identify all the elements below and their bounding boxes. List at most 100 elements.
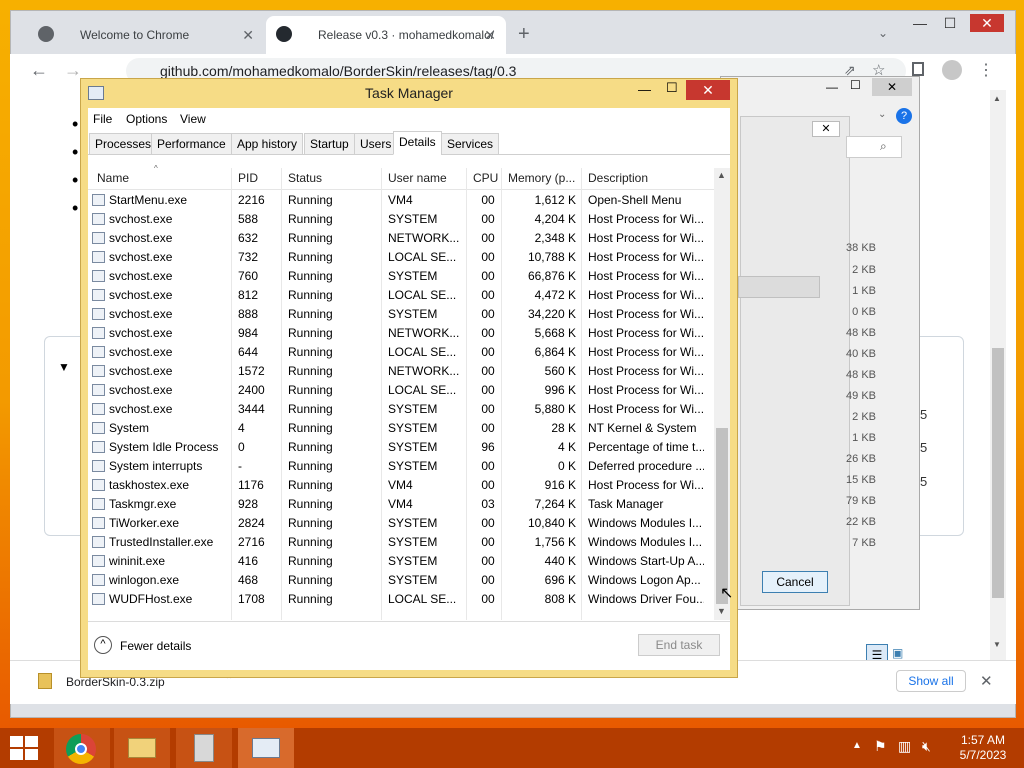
column-header-cpu[interactable]: CPU [473, 171, 498, 185]
table-row[interactable]: svchost.exe 760 Running SYSTEM 00 66,876 K Hos… [90, 267, 714, 286]
maximize-icon[interactable]: ☐ [935, 14, 965, 32]
table-row[interactable]: svchost.exe 1572 Running NETWORK... 00 560 K H… [90, 362, 714, 381]
table-scrollbar-thumb[interactable] [716, 428, 728, 604]
show-hidden-icons-icon[interactable]: ▲ [852, 740, 862, 751]
menu-file[interactable]: File [93, 112, 112, 126]
scroll-down-icon[interactable]: ▼ [717, 606, 726, 616]
table-row[interactable]: wininit.exe 416 Running SYSTEM 00 440 K Window… [90, 552, 714, 571]
menu-view[interactable]: View [180, 112, 206, 126]
tab-services[interactable]: Services [441, 133, 500, 155]
bullet: • [72, 114, 79, 134]
tab-performance[interactable]: Performance [151, 133, 232, 155]
table-row[interactable]: svchost.exe 588 Running SYSTEM 00 4,204 K Host… [90, 210, 714, 229]
menu-options[interactable]: Options [126, 112, 167, 126]
column-header-memory[interactable]: Memory (p... [508, 171, 575, 185]
chevron-down-icon[interactable]: ⌄ [878, 26, 888, 40]
cell-mem: 916 K [544, 478, 576, 492]
maximize-icon[interactable]: ☐ [850, 78, 861, 92]
close-tab-icon[interactable]: ✕ [242, 16, 254, 54]
sidebar-icon[interactable] [912, 62, 924, 76]
scroll-down-icon[interactable]: ▼ [993, 640, 1001, 649]
tab-welcome[interactable]: Welcome to Chrome ✕ [28, 16, 264, 54]
column-header-user[interactable]: User name [388, 171, 447, 185]
minimize-icon[interactable]: — [905, 14, 935, 32]
tab-app-history[interactable]: App history [231, 133, 304, 155]
table-row[interactable]: TiWorker.exe 2824 Running SYSTEM 00 10,840 K W… [90, 514, 714, 533]
minimize-icon[interactable]: — [638, 82, 651, 97]
new-tab-icon[interactable]: + [518, 24, 530, 44]
scroll-up-icon[interactable]: ▲ [717, 170, 726, 180]
chevron-down-icon[interactable]: ⌄ [878, 109, 886, 120]
file-size: 22 KB [846, 516, 876, 528]
clock[interactable]: 1:57 AM 5/7/2023 [950, 733, 1016, 763]
cell-status: Running [288, 573, 333, 587]
cell-user: SYSTEM [388, 307, 438, 321]
table-row[interactable]: winlogon.exe 468 Running SYSTEM 00 696 K Windo… [90, 571, 714, 590]
menu-icon[interactable]: ⋮ [978, 60, 994, 80]
table-row[interactable]: svchost.exe 888 Running SYSTEM 00 34,220 K Hos… [90, 305, 714, 324]
maximize-icon[interactable]: ☐ [666, 80, 678, 96]
table-row[interactable]: Taskmgr.exe 928 Running VM4 03 7,264 K Task Ma… [90, 495, 714, 514]
close-tab-icon[interactable]: ✕ [484, 16, 496, 54]
taskbar-task-manager[interactable] [238, 728, 294, 768]
table-row[interactable]: WUDFHost.exe 1708 Running LOCAL SE... 00 808 … [90, 590, 714, 609]
help-icon[interactable]: ? [896, 108, 912, 124]
tab-release[interactable]: Release v0.3 · mohamedkomalo/ ✕ [266, 16, 506, 54]
table-row[interactable]: TrustedInstaller.exe 2716 Running SYSTEM 00 1… [90, 533, 714, 552]
table-row[interactable]: taskhostex.exe 1176 Running VM4 00 916 K Host … [90, 476, 714, 495]
process-icon [92, 384, 105, 396]
chevron-up-icon[interactable]: ^ [94, 636, 112, 654]
cell-desc: Host Process for Wi... [588, 402, 704, 416]
taskbar-file-explorer[interactable] [114, 728, 170, 768]
taskbar-chrome[interactable] [54, 728, 110, 768]
table-row[interactable]: svchost.exe 2400 Running LOCAL SE... 00 996 K… [90, 381, 714, 400]
tab-startup[interactable]: Startup [304, 133, 355, 155]
table-row[interactable]: svchost.exe 984 Running NETWORK... 00 5,668 K… [90, 324, 714, 343]
table-row[interactable]: svchost.exe 644 Running LOCAL SE... 00 6,864 … [90, 343, 714, 362]
table-row[interactable]: System 4 Running SYSTEM 00 28 K NT Kernel & Sy… [90, 419, 714, 438]
triangle-down-icon[interactable]: ▼ [58, 360, 70, 374]
end-task-button[interactable]: End task [638, 634, 720, 656]
column-header-description[interactable]: Description [588, 171, 648, 185]
cell-pid: 2216 [238, 193, 265, 207]
fewer-details-link[interactable]: Fewer details [120, 639, 191, 653]
start-button[interactable] [10, 736, 38, 760]
tab-users[interactable]: Users [354, 133, 398, 155]
cell-cpu: 00 [481, 364, 495, 378]
close-icon[interactable]: ✕ [872, 78, 912, 96]
close-icon[interactable]: ✕ [970, 14, 1004, 32]
close-icon[interactable]: ✕ [812, 121, 840, 137]
table-row[interactable]: svchost.exe 632 Running NETWORK... 00 2,348 K… [90, 229, 714, 248]
column-header-name[interactable]: Name [97, 171, 129, 185]
back-icon[interactable]: ← [30, 60, 48, 81]
page-scrollbar-thumb[interactable] [992, 348, 1004, 598]
task-manager-icon [252, 738, 280, 758]
network-icon[interactable]: ▥ [898, 738, 911, 755]
cell-name: System Idle Process [109, 440, 219, 454]
minimize-icon[interactable]: — [826, 80, 838, 94]
close-button[interactable]: ✕ [686, 80, 730, 100]
search-input[interactable] [846, 136, 902, 158]
flag-icon[interactable]: ⚑ [874, 738, 887, 755]
cancel-button[interactable]: Cancel [762, 571, 828, 593]
show-all-button[interactable]: Show all [896, 670, 966, 692]
count-value: 5 [920, 407, 928, 422]
process-icon [92, 251, 105, 263]
table-row[interactable]: svchost.exe 3444 Running SYSTEM 00 5,880 K Hos… [90, 400, 714, 419]
taskbar-app[interactable] [176, 728, 232, 768]
column-header-pid[interactable]: PID [238, 171, 258, 185]
close-icon[interactable]: ✕ [980, 672, 993, 690]
table-row[interactable]: System interrupts - Running SYSTEM 00 0 K Defe… [90, 457, 714, 476]
profile-avatar[interactable] [942, 60, 962, 80]
thumbnail-view-icon[interactable]: ▣ [892, 646, 903, 660]
cell-cpu: 00 [481, 402, 495, 416]
table-row[interactable]: System Idle Process 0 Running SYSTEM 96 4 K Pe… [90, 438, 714, 457]
volume-muted-icon[interactable]: 🔇︎ [922, 738, 931, 755]
tab-processes[interactable]: Processes [89, 133, 158, 155]
table-row[interactable]: StartMenu.exe 2216 Running VM4 00 1,612 K Open… [90, 191, 714, 210]
table-row[interactable]: svchost.exe 732 Running LOCAL SE... 00 10,788… [90, 248, 714, 267]
column-header-status[interactable]: Status [288, 171, 322, 185]
tab-details[interactable]: Details [393, 131, 442, 155]
scroll-up-icon[interactable]: ▲ [993, 94, 1001, 103]
table-row[interactable]: svchost.exe 812 Running LOCAL SE... 00 4,472 … [90, 286, 714, 305]
